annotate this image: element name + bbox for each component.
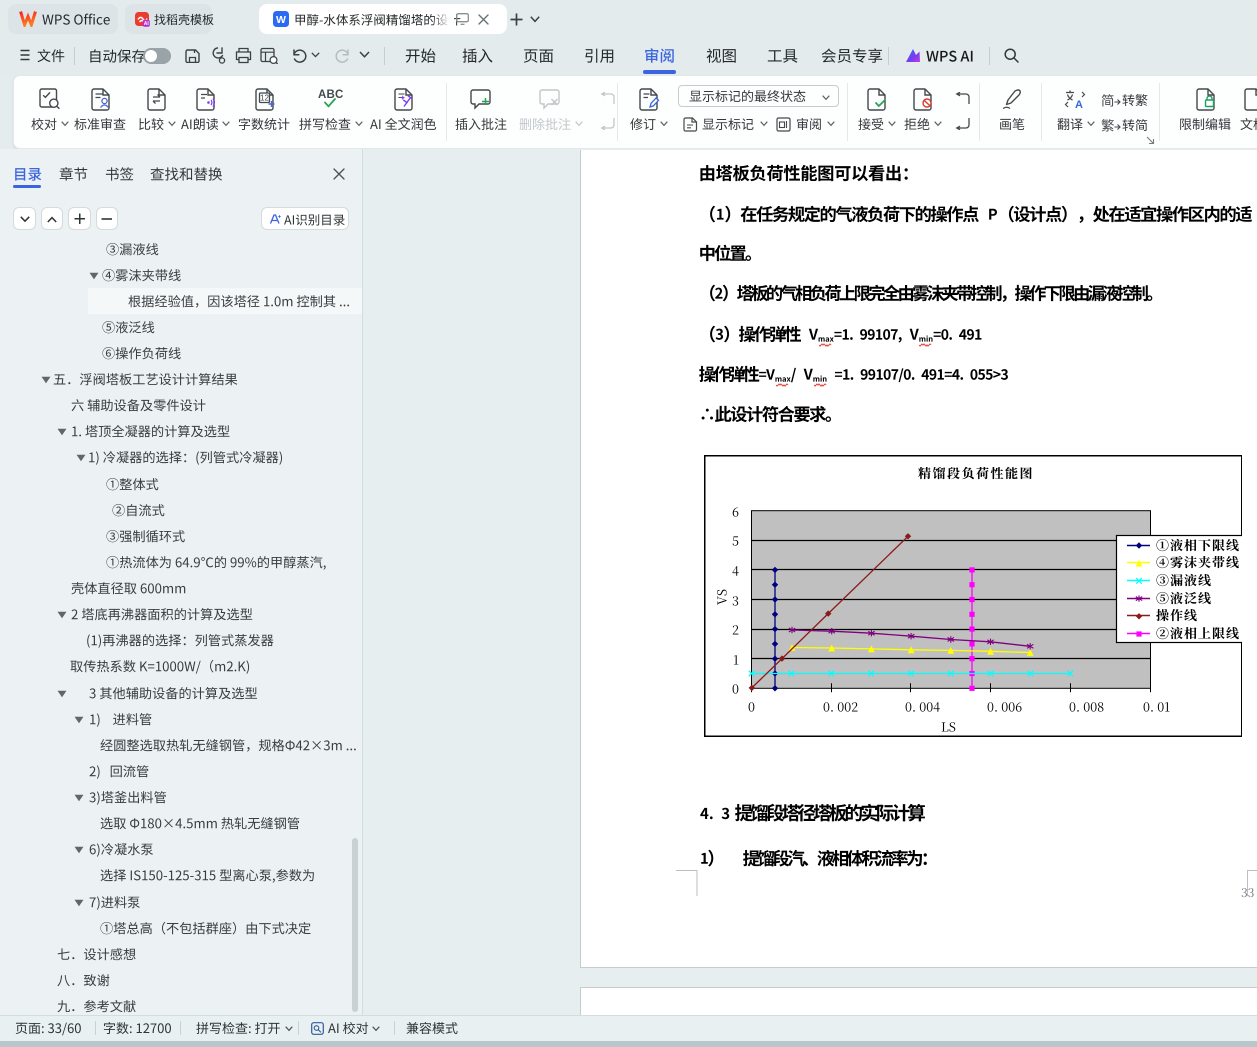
svg-text:12: 12: [260, 94, 269, 103]
svg-text:W: W: [276, 14, 286, 26]
svg-text:AI: AI: [144, 21, 150, 27]
svg-text:A: A: [1075, 99, 1083, 110]
svg-text:ABC: ABC: [318, 89, 344, 101]
